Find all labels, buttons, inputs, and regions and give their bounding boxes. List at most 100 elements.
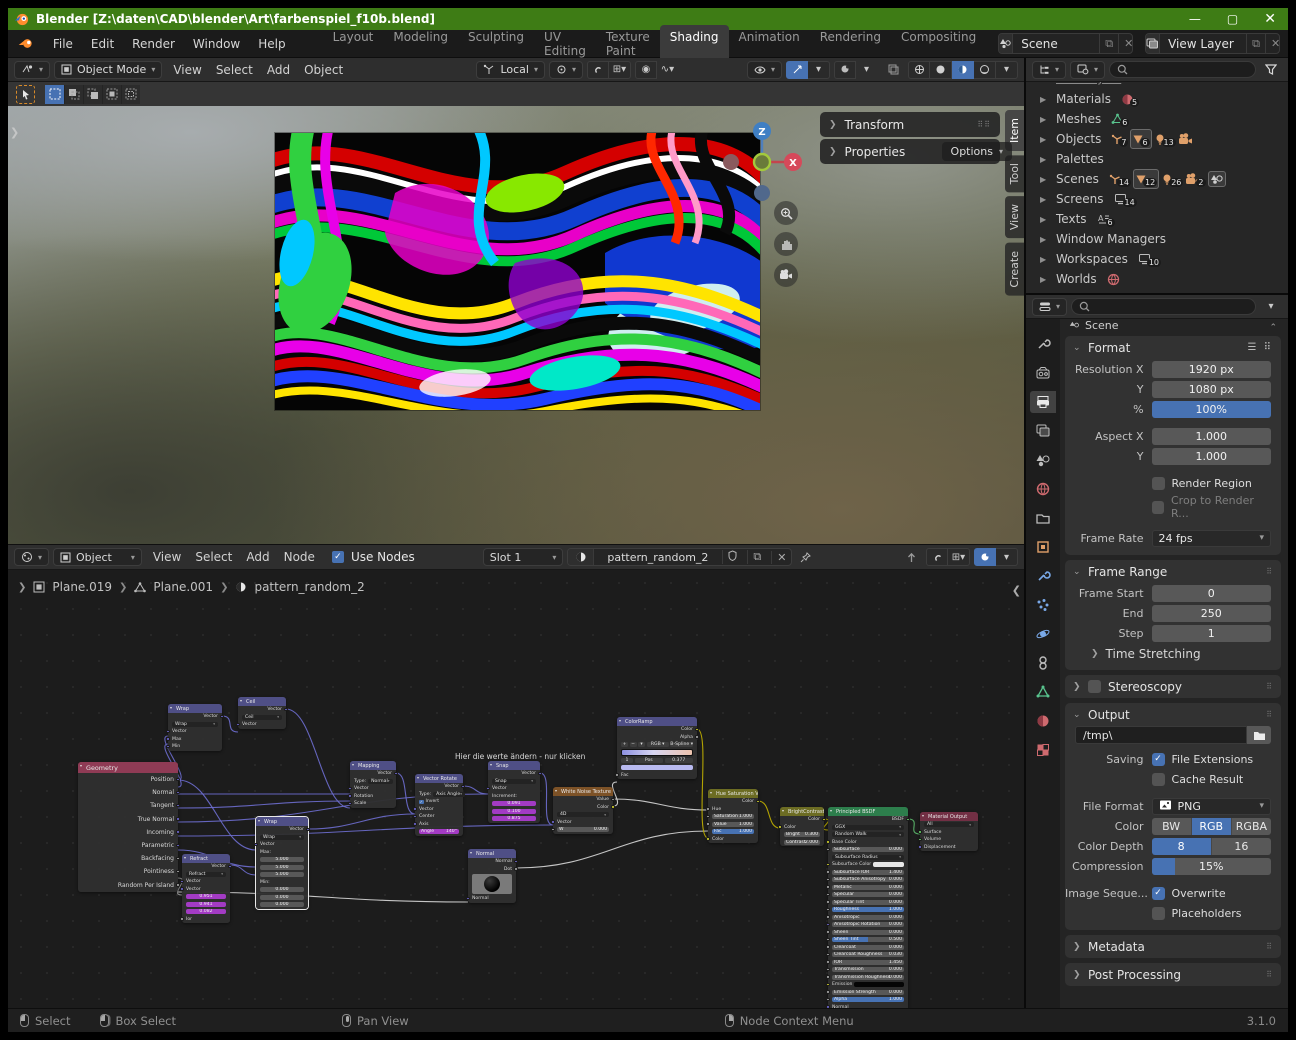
node-value-field[interactable]: IOR1.450 [832,960,904,965]
outliner-row-workspaces[interactable]: ▶Workspaces10 [1026,249,1288,269]
workspace-tab-texture-paint[interactable]: Texture Paint [596,25,660,63]
panel-header-frame-range[interactable]: ⌄Frame Range⠿ [1065,560,1281,583]
input-socket[interactable] [918,845,921,848]
rgb-dropdown[interactable]: RGB ▾ [647,742,669,747]
outliner-row-palettes[interactable]: ▶Palettes [1026,149,1288,169]
file-format-dropdown[interactable]: PNG▾ [1152,798,1271,815]
input-socket[interactable] [826,893,829,896]
shading-material-icon[interactable] [952,61,974,79]
value-field[interactable]: 1.000 [1152,448,1271,465]
node-value-field[interactable]: 5.000 [260,857,304,862]
pin-icon[interactable] [800,548,811,567]
go-parent-node-icon[interactable] [900,548,922,566]
panel-header-metadata[interactable]: ❯Metadata⠿ [1065,935,1281,958]
overlays-dropdown[interactable]: ▾ [856,61,878,79]
toolbar-expand-icon[interactable]: ❯ [10,126,19,139]
options-button[interactable]: Options▾ [942,142,1012,161]
value-field[interactable]: 250 [1152,605,1271,622]
node-header[interactable]: BrightContrast [780,807,824,816]
viewport-menu-object[interactable]: Object [297,61,350,79]
input-socket[interactable] [826,983,829,986]
ramp-button[interactable]: + [621,742,628,747]
output-socket[interactable] [176,844,179,847]
input-socket[interactable] [180,887,183,890]
select-mode-new[interactable] [45,85,64,104]
view-layer-copy-icon[interactable]: ⧉ [1246,34,1265,53]
node-overlays-dropdown[interactable]: ▾ [996,548,1018,566]
disclosure-icon[interactable]: ▶ [1040,275,1050,284]
node-checkbox[interactable]: ✓Invert [419,799,439,804]
select-mode-extend[interactable] [64,85,83,104]
blender-icon[interactable] [18,37,34,50]
properties-tab-physics[interactable] [1030,623,1056,645]
node-dropdown[interactable]: Normal▾ [368,779,392,784]
segment-rgba[interactable]: RGBA [1231,818,1271,835]
outliner-row-screens[interactable]: ▶Screens14 [1026,189,1288,209]
input-socket[interactable] [615,773,618,776]
output-path-field[interactable]: /tmp\ [1075,726,1247,744]
node-value-field[interactable]: Subsurface Anisotropy0.000 [832,877,904,882]
node-dropdown[interactable]: Refract▾ [186,872,226,877]
gizmos-dropdown[interactable]: ▾ [808,61,830,79]
material-unlink-icon[interactable]: ✕ [771,551,791,564]
output-socket[interactable] [228,865,231,868]
node-value-field[interactable]: W0.000 [557,827,609,832]
navigation-gizmo[interactable]: Z X [714,114,810,210]
input-socket[interactable] [826,998,829,1001]
slider-field[interactable]: 15% [1152,858,1271,875]
input-socket[interactable] [254,843,257,846]
output-socket[interactable] [284,708,287,711]
shader-node-material-output[interactable]: Material OutputAll▾SurfaceVolumeDisplace… [920,812,978,851]
value-field[interactable]: 1 [1152,625,1271,642]
editor-type-button[interactable]: ▾ [14,61,50,79]
node-value-field[interactable]: 0.000 [260,902,304,907]
node-value-field[interactable]: 0.000 [260,895,304,900]
node-value-field[interactable]: 0.951 [186,894,226,899]
subpanel-time-stretching[interactable]: ❯Time Stretching [1065,643,1281,663]
interp-dropdown[interactable]: B-Spline ▾ [670,742,693,747]
use-nodes-checkbox[interactable]: ✓Use Nodes [332,550,415,564]
view-object-types-button[interactable]: ▾ [747,61,782,79]
outliner-row-objects[interactable]: ▶Objects7613 [1026,129,1288,149]
ramp-pos-label[interactable]: Pos [635,758,664,763]
input-socket[interactable] [348,802,351,805]
input-socket[interactable] [826,870,829,873]
panel-header-stereoscopy[interactable]: ❯Stereoscopy⠿ [1065,675,1281,698]
output-socket[interactable] [822,818,825,821]
dropdown-field[interactable]: 24 fps▾ [1152,530,1271,547]
input-socket[interactable] [551,820,554,823]
output-socket[interactable] [176,883,179,886]
input-socket[interactable] [826,908,829,911]
node-value-field[interactable]: Fac1.000 [712,829,754,834]
output-socket[interactable] [514,860,517,863]
ramp-index-field[interactable]: 1 [621,758,633,763]
input-socket[interactable] [826,990,829,993]
node-value-field[interactable]: Roughness1.000 [832,907,904,912]
properties-tab-output[interactable] [1030,391,1056,413]
close-button[interactable]: ✕ [1264,11,1276,27]
output-socket[interactable] [176,817,179,820]
view-layer-remove-icon[interactable]: ✕ [1265,34,1280,53]
properties-tab-texture[interactable] [1030,739,1056,761]
disclosure-icon[interactable]: ▶ [1040,255,1050,264]
input-socket[interactable] [466,897,469,900]
checkbox-box[interactable] [1152,907,1165,920]
shader-node-vector-rotate[interactable]: Vector RotateVectorType:Axis Angle▾✓Inve… [415,774,463,836]
shader-menu-view[interactable]: View [146,548,188,566]
material-selector[interactable]: pattern_random_2 ⧉ ✕ [567,548,792,566]
outliner-row-texts[interactable]: ▶TextsA6 [1026,209,1288,229]
shader-menu-add[interactable]: Add [239,548,276,566]
input-socket[interactable] [166,730,169,733]
shader-node-hue-saturation-value[interactable]: Hue Saturation ValueColorHueSaturation1.… [708,789,758,843]
node-header[interactable]: Wrap [168,704,222,713]
menu-file[interactable]: File [44,33,82,55]
input-socket[interactable] [826,878,829,881]
proportional-falloff-icon[interactable]: ∿ ▾ [657,61,679,79]
output-socket[interactable] [176,778,179,781]
menu-help[interactable]: Help [249,33,294,55]
node-value-field[interactable]: Sheen0.000 [832,930,904,935]
node-value-field[interactable]: 0.875 [492,816,536,821]
shading-wireframe-icon[interactable] [908,61,930,79]
outliner-filter-icon[interactable] [1260,61,1282,79]
outliner-search-input[interactable] [1109,61,1256,78]
